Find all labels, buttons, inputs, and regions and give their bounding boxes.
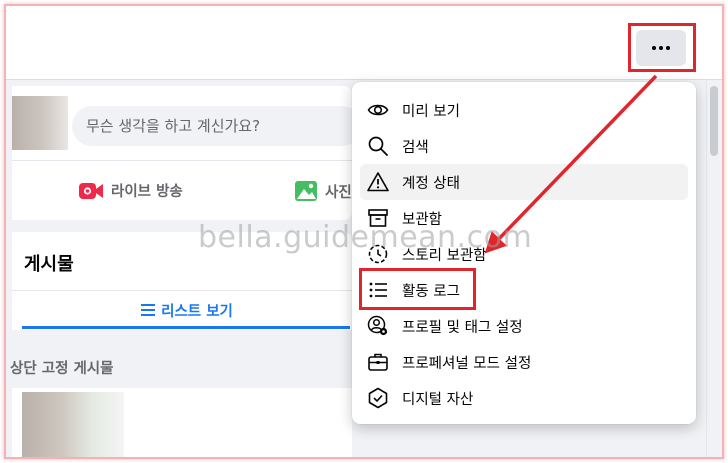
screenshot-frame: 무슨 생각을 하고 계신가요? 라이브 방송 사진/ 게시물 리스트 보기 상단… [4,4,724,459]
watermark-text: bella.guidemean.com [198,220,533,255]
